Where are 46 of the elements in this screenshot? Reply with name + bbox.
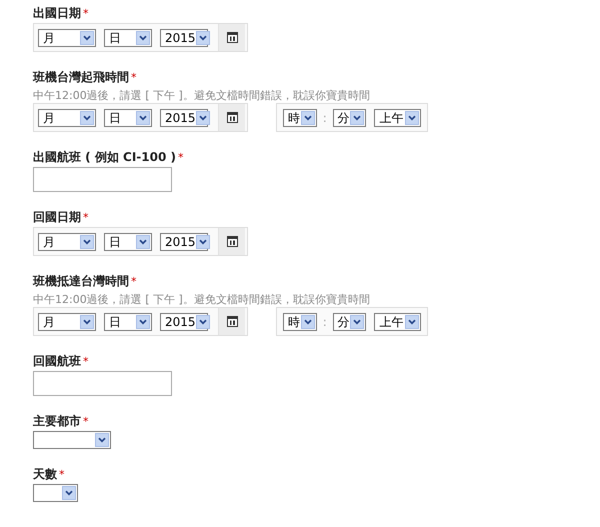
required-mark: * (59, 467, 64, 483)
dropdown[interactable]: 分 (332, 108, 366, 126)
calendar-icon[interactable] (226, 32, 238, 43)
required-mark: * (83, 6, 88, 22)
dropdown[interactable]: 2015 (160, 108, 208, 126)
dropdown[interactable]: 月 (38, 312, 96, 330)
hint-text: 中午12:00過後，請選 [ 下午 ]。避免文檔時間錯誤，耽誤你寶貴時間 (33, 89, 370, 103)
dropdown[interactable]: 上午 (374, 108, 421, 126)
dropdown[interactable]: 2015 (160, 232, 208, 250)
dropdown[interactable]: 2015 (160, 312, 208, 330)
field-label: 主要都市 (33, 413, 81, 429)
dropdown[interactable]: 月 (38, 28, 96, 46)
calendar-icon[interactable] (226, 112, 238, 123)
field-label: 出國航班 ( 例如 CI-100 ) (33, 149, 176, 165)
dropdown[interactable]: 時 (283, 108, 317, 126)
time-separator: : (322, 314, 327, 330)
dropdown[interactable]: 2015 (160, 28, 208, 46)
dropdown[interactable]: 上午 (374, 312, 421, 330)
field-label: 回國日期 (33, 209, 81, 225)
required-mark: * (178, 150, 184, 166)
dropdown[interactable]: 日 (104, 28, 152, 46)
dropdown[interactable]: 日 (104, 108, 152, 126)
dropdown[interactable]: 分 (332, 312, 366, 330)
dropdown[interactable]: 時 (283, 312, 317, 330)
required-mark: * (83, 414, 88, 430)
required-mark: * (83, 210, 88, 226)
text-input-field[interactable] (33, 371, 172, 396)
dropdown[interactable]: 日 (104, 312, 152, 330)
calendar-icon[interactable] (226, 236, 238, 247)
field-label: 出國日期 (33, 5, 81, 21)
hint-text: 中午12:00過後，請選 [ 下午 ]。避免文檔時間錯誤，耽誤你寶貴時間 (33, 293, 370, 307)
dropdown[interactable]: 月 (38, 232, 96, 250)
field-label: 班機抵達台灣時間 (33, 273, 129, 289)
required-mark: * (131, 274, 136, 290)
dropdown[interactable]: 月 (38, 108, 96, 126)
dropdown[interactable]: 日 (104, 232, 152, 250)
dropdown[interactable] (33, 484, 78, 502)
time-separator: : (322, 110, 327, 126)
text-input-field[interactable] (33, 167, 172, 192)
dropdown[interactable] (33, 431, 111, 449)
field-label: 回國航班 (33, 353, 81, 369)
required-mark: * (131, 70, 136, 86)
required-mark: * (83, 354, 88, 370)
calendar-icon[interactable] (226, 316, 238, 327)
field-label: 班機台灣起飛時間 (33, 69, 129, 85)
field-label: 天數 (33, 466, 57, 482)
